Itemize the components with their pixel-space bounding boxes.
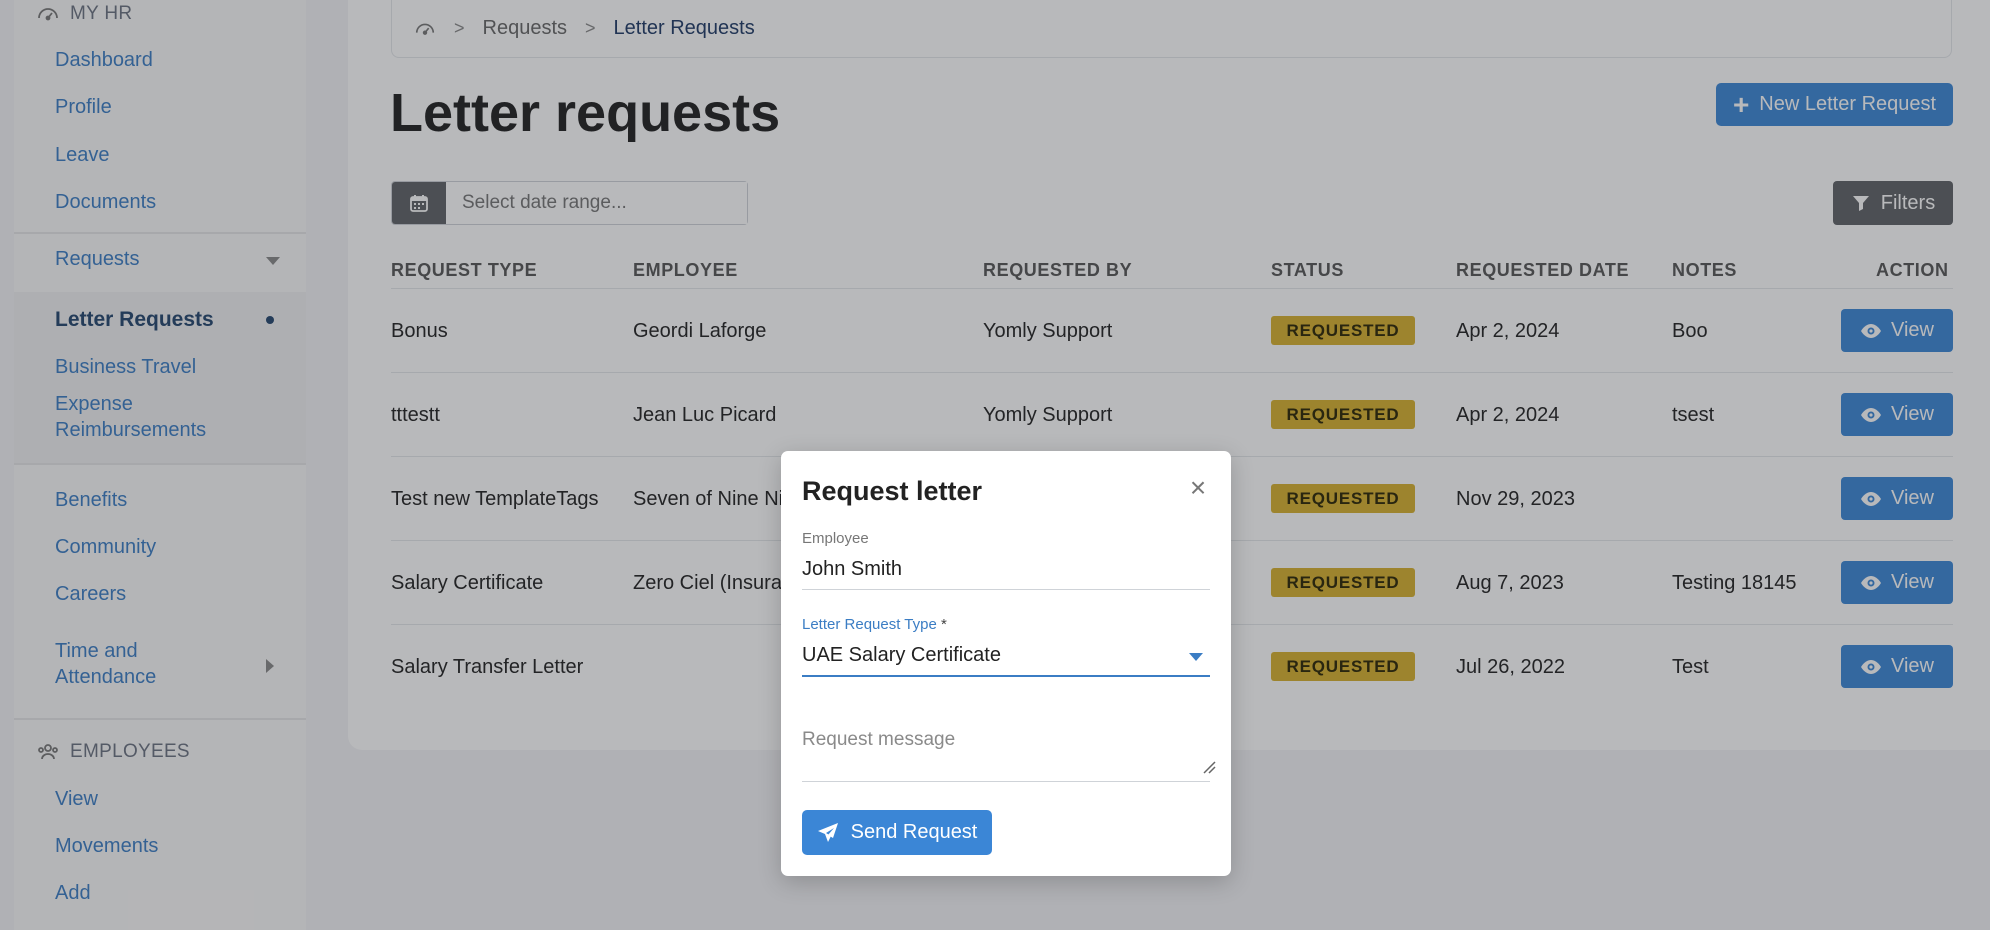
close-icon[interactable]: × (1186, 474, 1210, 502)
letter-type-label-text: Letter Request Type (802, 616, 937, 633)
letter-type-label: Letter Request Type * (802, 616, 947, 633)
letter-type-select[interactable]: UAE Salary Certificate (802, 644, 1001, 667)
request-message-underline (802, 781, 1210, 782)
send-request-label: Send Request (850, 821, 978, 843)
chevron-down-icon[interactable] (1189, 653, 1203, 661)
request-letter-modal: Request letter × Employee John Smith Let… (781, 451, 1231, 876)
resize-handle-icon[interactable] (1202, 760, 1216, 774)
required-asterisk: * (940, 616, 947, 633)
request-message-textarea[interactable]: Request message (802, 729, 955, 751)
employee-field-label: Employee (802, 530, 869, 547)
employee-field[interactable]: John Smith (802, 558, 902, 581)
send-request-button[interactable]: Send Request (802, 810, 992, 855)
letter-type-underline (802, 675, 1210, 677)
modal-title: Request letter (802, 476, 983, 506)
paper-plane-icon (817, 822, 838, 842)
employee-field-underline (802, 589, 1210, 590)
